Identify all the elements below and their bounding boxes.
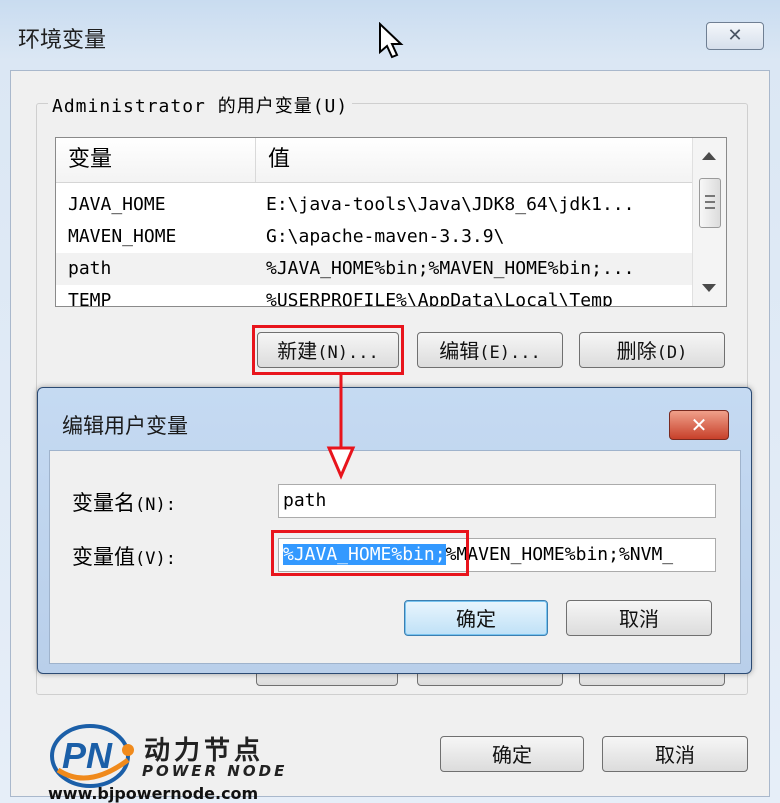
variable-value-accel: (V): (135, 549, 176, 569)
variable-name-cell: path (68, 258, 112, 279)
title-bar[interactable]: 环境变量 ✕ (0, 0, 780, 70)
variable-name-cell: JAVA_HOME (68, 194, 166, 215)
variable-value-cell: G:\apache-maven-3.3.9\ (266, 226, 505, 247)
footer-cancel-button[interactable]: 取消 (602, 736, 748, 772)
user-variables-group-title: Administrator 的用户变量(U) (48, 92, 353, 118)
table-row-selected[interactable]: path %JAVA_HOME%bin;%MAVEN_HOME%bin;... (56, 253, 692, 285)
scrollbar-thumb[interactable] (699, 178, 721, 228)
delete-button[interactable]: 删除(D) (579, 332, 725, 368)
table-row[interactable]: TEMP %USERPROFILE%\AppData\Local\Temp (56, 285, 692, 307)
dialog-cancel-button[interactable]: 取消 (566, 600, 712, 636)
annotation-highlight-new-button (252, 325, 404, 375)
variable-value-cell: E:\java-tools\Java\JDK8_64\jdk1... (266, 194, 635, 215)
grip-line (705, 195, 715, 197)
edit-button[interactable]: 编辑(E)... (417, 332, 563, 368)
variable-value-cell: %USERPROFILE%\AppData\Local\Temp (266, 290, 613, 307)
delete-button-label: 删除 (616, 339, 657, 363)
column-header-value[interactable]: 值 (256, 138, 692, 182)
dialog-title: 编辑用户变量 (62, 414, 188, 438)
mouse-cursor-icon (379, 22, 404, 59)
vertical-scrollbar[interactable] (692, 138, 726, 306)
variable-value-label-text: 变量值 (72, 545, 135, 569)
list-header: 变量 值 (56, 138, 692, 183)
column-header-variable[interactable]: 变量 (56, 138, 256, 182)
annotation-highlight-selected-value (271, 530, 469, 576)
edit-button-accel: (E)... (479, 343, 541, 363)
dialog-ok-button[interactable]: 确定 (404, 600, 548, 636)
footer-ok-button[interactable]: 确定 (440, 736, 584, 772)
variable-name-cell: TEMP (68, 290, 112, 307)
scroll-up-arrow-icon[interactable] (702, 152, 716, 160)
dialog-close-button[interactable]: ✕ (669, 410, 729, 440)
unselected-text: %MAVEN_HOME%bin;%NVM_ (445, 544, 674, 565)
logo-english-text: POWER NODE (142, 762, 288, 780)
variable-name-accel: (N): (135, 495, 176, 515)
scroll-down-arrow-icon[interactable] (702, 284, 716, 292)
edit-button-label: 编辑 (439, 339, 480, 363)
user-variables-list[interactable]: 变量 值 JAVA_HOME E:\java-tools\Java\JDK8_6… (55, 137, 727, 307)
variable-name-label-text: 变量名 (72, 491, 135, 515)
window-close-button[interactable]: ✕ (706, 22, 764, 50)
environment-variables-window: 环境变量 ✕ Administrator 的用户变量(U) 变量 值 JAVA_… (0, 0, 780, 803)
table-row[interactable]: JAVA_HOME E:\java-tools\Java\JDK8_64\jdk… (56, 189, 692, 221)
grip-line (705, 201, 715, 203)
variable-value-label: 变量值(V): (72, 541, 176, 571)
variable-name-cell: MAVEN_HOME (68, 226, 177, 247)
grip-line (705, 207, 715, 209)
table-row[interactable]: MAVEN_HOME G:\apache-maven-3.3.9\ (56, 221, 692, 253)
variable-name-input[interactable]: path (278, 484, 716, 518)
variable-name-label: 变量名(N): (72, 487, 176, 517)
logo-url-text: www.bjpowernode.com (48, 784, 259, 803)
svg-text:PN: PN (62, 735, 113, 776)
window-title: 环境变量 (18, 28, 107, 53)
variable-value-cell: %JAVA_HOME%bin;%MAVEN_HOME%bin;... (266, 258, 635, 279)
delete-button-accel: (D) (656, 343, 688, 363)
